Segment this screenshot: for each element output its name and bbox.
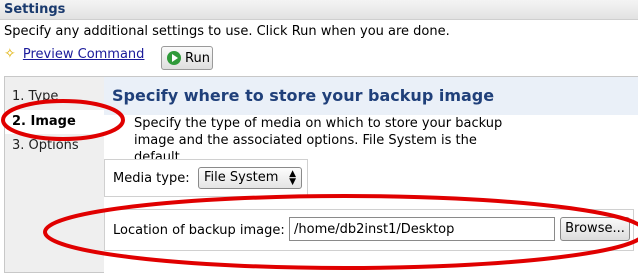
step-options[interactable]: 3. Options bbox=[12, 138, 79, 153]
run-button[interactable]: Run bbox=[161, 46, 213, 70]
location-label: Location of backup image: bbox=[113, 223, 285, 238]
run-label: Run bbox=[185, 50, 210, 66]
wizard-steps-panel: 1. Type 2. Image 3. Options bbox=[4, 76, 107, 273]
settings-title: Settings bbox=[4, 2, 66, 17]
media-type-select[interactable]: File System ▲ ▼ bbox=[198, 167, 302, 189]
location-group: Location of backup image: Browse... bbox=[104, 209, 634, 251]
select-arrows-icon: ▲ ▼ bbox=[289, 169, 296, 187]
star-icon: ✧ bbox=[4, 46, 16, 62]
media-type-label: Media type: bbox=[113, 171, 190, 186]
instructions-text: Specify any additional settings to use. … bbox=[4, 24, 450, 39]
step-image[interactable]: 2. Image bbox=[12, 114, 76, 129]
preview-command-label: Preview Command bbox=[22, 47, 145, 62]
media-type-group: Media type: File System ▲ ▼ bbox=[104, 159, 308, 197]
location-input[interactable] bbox=[289, 217, 555, 241]
run-icon bbox=[167, 51, 181, 65]
media-type-value: File System bbox=[204, 170, 279, 185]
step-type[interactable]: 1. Type bbox=[12, 89, 58, 104]
preview-command-link[interactable]: ✧ Preview Command bbox=[4, 46, 144, 62]
page-title: Specify where to store your backup image bbox=[112, 86, 495, 105]
browse-button[interactable]: Browse... bbox=[560, 217, 630, 241]
settings-titlebar: Settings bbox=[0, 0, 638, 20]
